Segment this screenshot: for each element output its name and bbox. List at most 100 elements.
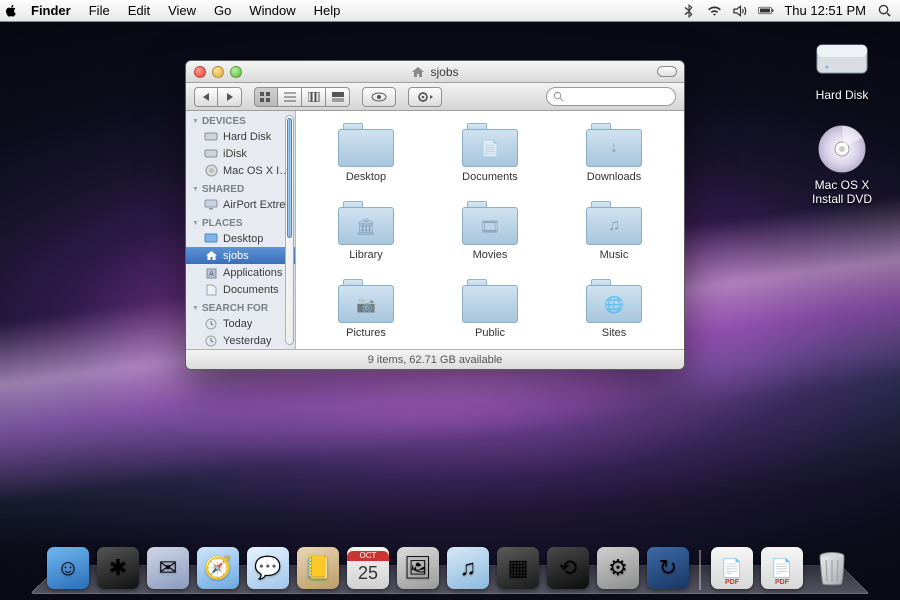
sidebar-scrollbar[interactable]	[285, 115, 294, 345]
folder-library[interactable]: 🏛Library	[316, 201, 416, 261]
sidebar-section-header[interactable]: SHARED	[186, 179, 295, 196]
dock-app-systemprefs[interactable]: ⚙	[596, 546, 640, 590]
folder-desktop[interactable]: Desktop	[316, 123, 416, 183]
bluetooth-icon[interactable]	[680, 3, 696, 19]
dock-app-ichat[interactable]: 💬	[246, 546, 290, 590]
home-icon	[411, 66, 425, 78]
folder-icon: 📄	[462, 123, 518, 167]
folder-icon: ↓	[586, 123, 642, 167]
search-input[interactable]	[546, 87, 676, 106]
sidebar-item-label: Hard Disk	[223, 131, 271, 143]
folder-music[interactable]: ♫Music	[564, 201, 664, 261]
minimize-button[interactable]	[212, 66, 224, 78]
folder-movies[interactable]: 🎞Movies	[440, 201, 540, 261]
folder-public[interactable]: Public	[440, 279, 540, 339]
desktop-icon-install-dvd[interactable]: Mac OS X Install DVD	[802, 124, 882, 206]
view-coverflow-button[interactable]	[326, 87, 350, 107]
finder-window: sjobs DEVICES Hard Disk iDisk Mac OS X I…SH…	[185, 60, 685, 370]
sidebar-item-label: Desktop	[223, 233, 263, 245]
sidebar-item-sjobs[interactable]: sjobs	[186, 247, 295, 264]
dock-app-mail[interactable]: ✉	[146, 546, 190, 590]
clock-icon	[204, 334, 218, 347]
desktop-icon-label: Mac OS X Install DVD	[802, 178, 882, 206]
desktop-icon-hard-disk[interactable]: Hard Disk	[802, 34, 882, 102]
dock-app-dashboard[interactable]: ✱	[96, 546, 140, 590]
zoom-button[interactable]	[230, 66, 242, 78]
dock-document-stack[interactable]: 📄PDF	[710, 546, 754, 590]
sidebar-item-hard-disk[interactable]: Hard Disk	[186, 128, 295, 145]
dock-document-stack-2[interactable]: 📄PDF	[760, 546, 804, 590]
clock-icon	[204, 317, 218, 330]
dock-app-ical[interactable]: OCT25	[346, 546, 390, 590]
dock-app-finder[interactable]: ☺	[46, 546, 90, 590]
toolbar-toggle-button[interactable]	[657, 66, 677, 77]
dock-app-spaces[interactable]: ▦	[496, 546, 540, 590]
battery-icon[interactable]	[758, 3, 774, 19]
close-button[interactable]	[194, 66, 206, 78]
sidebar-item-label: Applications	[223, 267, 282, 279]
wifi-icon[interactable]	[706, 3, 722, 19]
sidebar-item-yesterday[interactable]: Yesterday	[186, 332, 295, 349]
folder-grid: Desktop 📄Documents ↓Downloads 🏛Library 🎞Movi…	[296, 111, 684, 349]
menu-view[interactable]: View	[159, 0, 205, 22]
dock: ☺✱✉🧭💬📒OCT25🖼♫▦⟲⚙↻ 📄PDF📄PDF	[30, 540, 870, 594]
folder-downloads[interactable]: ↓Downloads	[564, 123, 664, 183]
toolbar	[186, 83, 684, 111]
home-icon	[204, 249, 218, 262]
menu-edit[interactable]: Edit	[119, 0, 159, 22]
sidebar-section-header[interactable]: PLACES	[186, 213, 295, 230]
titlebar[interactable]: sjobs	[186, 61, 684, 83]
disc-icon	[813, 124, 871, 174]
sidebar-section-header[interactable]: SEARCH FOR	[186, 298, 295, 315]
view-column-button[interactable]	[302, 87, 326, 107]
menubar-left: Finder File Edit View Go Window Help	[22, 0, 349, 22]
apple-menu[interactable]	[0, 4, 22, 17]
spotlight-icon[interactable]	[876, 3, 892, 19]
back-button[interactable]	[194, 87, 218, 107]
sidebar-item-mac-os-x-i-[interactable]: Mac OS X I…	[186, 162, 295, 179]
sidebar-item-desktop[interactable]: Desktop	[186, 230, 295, 247]
hdd-icon	[204, 130, 218, 143]
menu-help[interactable]: Help	[305, 0, 350, 22]
sidebar-item-label: sjobs	[223, 250, 249, 262]
sidebar-item-airport-extreme[interactable]: AirPort Extreme	[186, 196, 295, 213]
menubar-clock[interactable]: Thu 12:51 PM	[784, 3, 866, 18]
dock-app-sync[interactable]: ↻	[646, 546, 690, 590]
desktop-icon	[204, 232, 218, 245]
view-list-button[interactable]	[278, 87, 302, 107]
hdd-icon	[204, 147, 218, 160]
forward-button[interactable]	[218, 87, 242, 107]
sidebar-item-label: iDisk	[223, 148, 247, 160]
folder-label: Music	[600, 249, 629, 261]
sidebar-item-label: Today	[223, 318, 252, 330]
sidebar-item-idisk[interactable]: iDisk	[186, 145, 295, 162]
dock-app-itunes[interactable]: ♫	[446, 546, 490, 590]
sidebar-item-documents[interactable]: Documents	[186, 281, 295, 298]
sidebar-item-label: Documents	[223, 284, 279, 296]
sidebar-section-header[interactable]: DEVICES	[186, 111, 295, 128]
quicklook-button[interactable]	[362, 87, 396, 107]
dock-trash[interactable]	[810, 546, 854, 590]
folder-documents[interactable]: 📄Documents	[440, 123, 540, 183]
menu-window[interactable]: Window	[240, 0, 304, 22]
action-button[interactable]	[408, 87, 442, 107]
sidebar-item-today[interactable]: Today	[186, 315, 295, 332]
folder-icon: 🌐	[586, 279, 642, 323]
hard-disk-icon	[813, 34, 871, 84]
folder-sites[interactable]: 🌐Sites	[564, 279, 664, 339]
dock-app-safari[interactable]: 🧭	[196, 546, 240, 590]
dock-app-timemachine[interactable]: ⟲	[546, 546, 590, 590]
folder-label: Pictures	[346, 327, 386, 339]
menu-go[interactable]: Go	[205, 0, 240, 22]
folder-label: Movies	[473, 249, 508, 261]
monitor-icon	[204, 198, 218, 211]
svg-text:A: A	[209, 271, 214, 278]
dock-app-addressbook[interactable]: 📒	[296, 546, 340, 590]
view-icon-button[interactable]	[254, 87, 278, 107]
dock-app-preview[interactable]: 🖼	[396, 546, 440, 590]
folder-pictures[interactable]: 📷Pictures	[316, 279, 416, 339]
volume-icon[interactable]	[732, 3, 748, 19]
menu-app-name[interactable]: Finder	[22, 0, 80, 22]
menu-file[interactable]: File	[80, 0, 119, 22]
sidebar-item-applications[interactable]: A Applications	[186, 264, 295, 281]
